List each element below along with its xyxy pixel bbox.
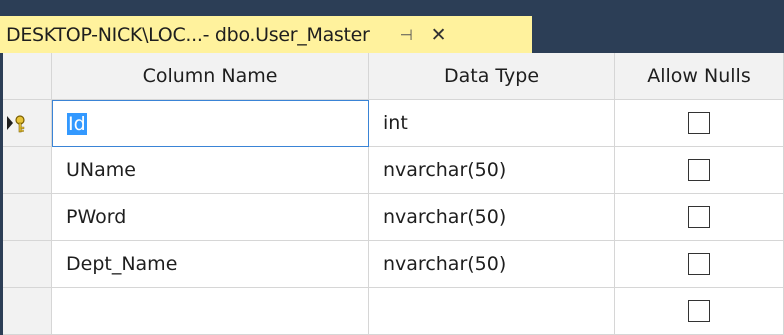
header-column-name[interactable]: Column Name bbox=[52, 53, 369, 100]
column-name-cell[interactable]: Id bbox=[52, 100, 369, 147]
allow-nulls-checkbox[interactable] bbox=[688, 253, 710, 275]
allow-nulls-checkbox[interactable] bbox=[688, 206, 710, 228]
column-name-cell[interactable]: Dept_Name bbox=[52, 241, 369, 288]
row-selector[interactable] bbox=[3, 194, 52, 241]
data-type-cell[interactable]: nvarchar(50) bbox=[369, 241, 615, 288]
data-type-cell[interactable]: nvarchar(50) bbox=[369, 147, 615, 194]
data-type-cell[interactable] bbox=[369, 288, 615, 335]
column-name-text: Id bbox=[67, 112, 87, 135]
header-data-type[interactable]: Data Type bbox=[369, 53, 615, 100]
allow-nulls-cell bbox=[615, 194, 784, 241]
tab-title: DESKTOP-NICK\LOC...- dbo.User_Master bbox=[6, 23, 370, 46]
document-tabstrip: DESKTOP-NICK\LOC...- dbo.User_Master ⊣ ✕ bbox=[0, 0, 784, 53]
row-selector[interactable] bbox=[3, 147, 52, 194]
allow-nulls-checkbox[interactable] bbox=[688, 159, 710, 181]
primary-key-icon bbox=[7, 115, 25, 133]
table-row: Id int bbox=[3, 100, 784, 147]
row-selector[interactable] bbox=[3, 100, 52, 147]
header-allow-nulls[interactable]: Allow Nulls bbox=[615, 53, 784, 100]
data-type-cell[interactable]: int bbox=[369, 100, 615, 147]
allow-nulls-cell bbox=[615, 241, 784, 288]
row-selector[interactable] bbox=[3, 288, 52, 335]
column-name-cell[interactable]: PWord bbox=[52, 194, 369, 241]
close-icon[interactable]: ✕ bbox=[431, 24, 447, 46]
column-name-cell[interactable]: UName bbox=[52, 147, 369, 194]
pin-icon[interactable]: ⊣ bbox=[400, 26, 413, 44]
row-selector-header bbox=[3, 53, 52, 100]
allow-nulls-checkbox[interactable] bbox=[688, 112, 710, 134]
table-row: Dept_Name nvarchar(50) bbox=[3, 241, 784, 288]
allow-nulls-cell bbox=[615, 147, 784, 194]
column-name-cell[interactable] bbox=[52, 288, 369, 335]
allow-nulls-cell bbox=[615, 100, 784, 147]
row-selector[interactable] bbox=[3, 241, 52, 288]
allow-nulls-checkbox[interactable] bbox=[688, 300, 710, 322]
table-row: UName nvarchar(50) bbox=[3, 147, 784, 194]
data-type-cell[interactable]: nvarchar(50) bbox=[369, 194, 615, 241]
table-row: PWord nvarchar(50) bbox=[3, 194, 784, 241]
allow-nulls-cell bbox=[615, 288, 784, 335]
document-tab[interactable]: DESKTOP-NICK\LOC...- dbo.User_Master ⊣ ✕ bbox=[0, 16, 532, 53]
table-row-new bbox=[3, 288, 784, 335]
